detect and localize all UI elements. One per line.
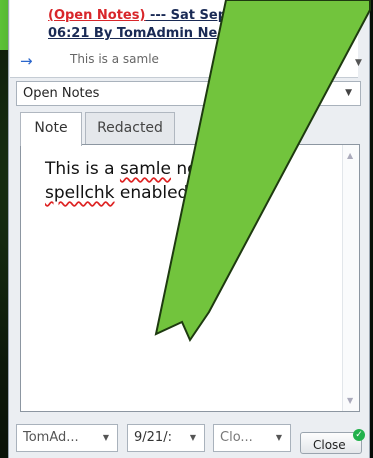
misspelled-word[interactable]: spellchk [45, 183, 115, 203]
status-select-value: Clo... [220, 430, 253, 445]
user-select-value: TomAd... [23, 430, 79, 445]
checkmark-icon: ✓ [353, 429, 365, 441]
arrow-right-icon[interactable]: → [20, 52, 33, 70]
tab-redacted[interactable]: Redacted [85, 112, 175, 144]
close-button-label: Close [313, 438, 346, 452]
chevron-down-icon[interactable]: ▼ [190, 433, 196, 442]
close-button[interactable]: Close ✓ [300, 429, 365, 454]
note-entry-date: --- Sat Sep [145, 8, 228, 23]
text-cursor [193, 183, 195, 201]
date-select[interactable]: 9/21/: ▼ [127, 424, 205, 452]
scroll-down-icon[interactable]: ▼ [347, 396, 353, 405]
date-select-value: 9/21/: [134, 430, 172, 445]
note-entry-at: @ [304, 8, 317, 23]
chevron-down-icon[interactable]: ▼ [276, 433, 282, 442]
scroll-down-icon[interactable]: ▼ [355, 58, 365, 68]
note-entry-author: 06:21 By TomAdmin Ne [48, 26, 218, 41]
user-select[interactable]: TomAd... ▼ [16, 424, 118, 452]
notes-filter-value: Open Notes [23, 86, 100, 101]
misspelled-word[interactable]: samle [120, 159, 171, 179]
notes-filter-select[interactable]: Open Notes ▼ [16, 81, 361, 106]
note-text-editor[interactable]: This is a samle note with spellchk enabl… [20, 144, 360, 412]
tab-note[interactable]: Note [20, 112, 82, 146]
note-list-entry[interactable]: (Open Notes) --- Sat Sep @ 06:21 By TomA… [10, 0, 358, 78]
chevron-down-icon[interactable]: ▼ [103, 433, 109, 442]
scroll-up-icon[interactable]: ▲ [347, 151, 353, 160]
editor-scrollbar[interactable]: ▲ ▼ [342, 145, 359, 411]
status-select[interactable]: Clo... ▼ [213, 424, 291, 452]
note-body-text[interactable]: This is a samle note with spellchk enabl… [45, 157, 315, 205]
note-tag-link[interactable]: (Open Notes) [48, 8, 145, 23]
note-entry-title[interactable]: (Open Notes) --- Sat Sep @ [48, 8, 317, 23]
chevron-down-icon[interactable]: ▼ [345, 88, 352, 98]
note-entry-preview: This is a samle [70, 52, 159, 66]
